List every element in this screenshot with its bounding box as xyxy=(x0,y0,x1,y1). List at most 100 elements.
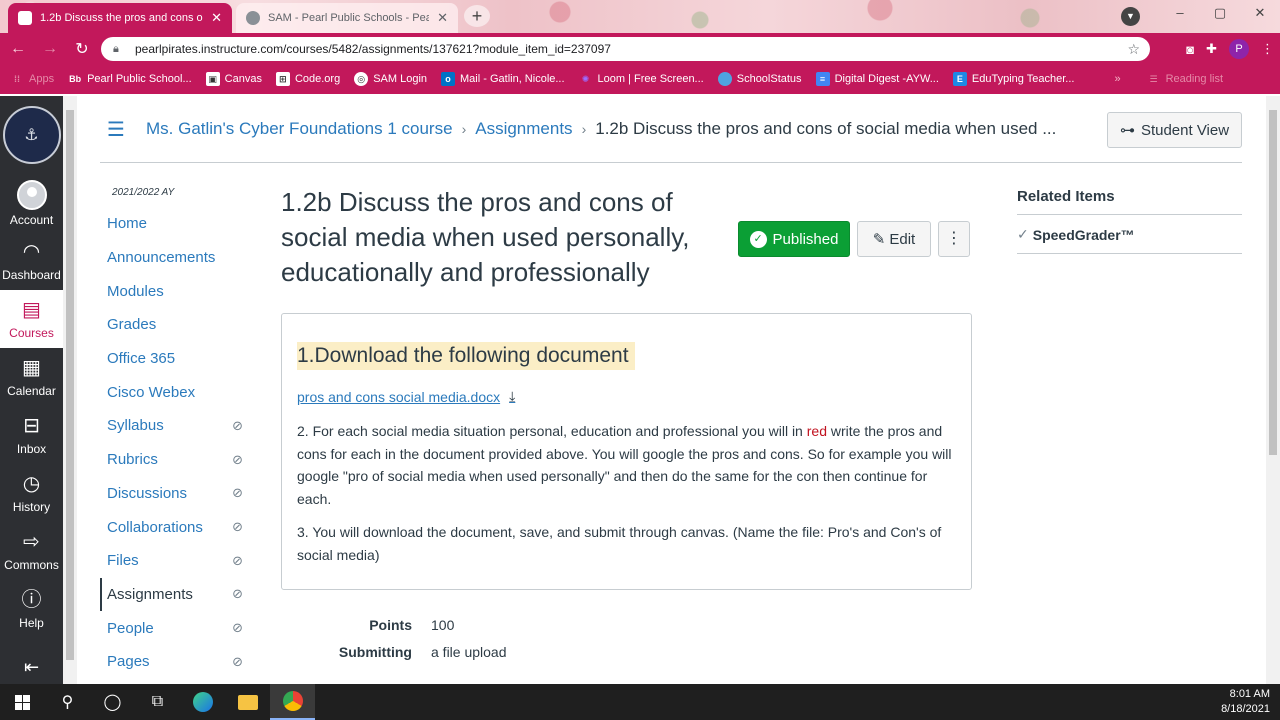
close-tab-icon[interactable]: ✕ xyxy=(437,10,448,26)
windows-start-button[interactable] xyxy=(0,684,45,720)
windows-taskbar: ⚲ ◯ ⧉ 8:01 AM 8/18/2021 xyxy=(0,684,1280,720)
new-tab-button[interactable]: + xyxy=(464,5,490,27)
course-nav-item[interactable]: Announcements xyxy=(100,241,260,275)
course-menu-hamburger-icon[interactable]: ☰ xyxy=(107,117,131,142)
bookmark-apps[interactable]: ⁞⁞ Apps xyxy=(10,72,54,86)
course-nav-item[interactable]: Rubrics ⊘ xyxy=(100,443,260,477)
step-1-heading: 1.Download the following document xyxy=(297,342,635,370)
bookmark-codeorg[interactable]: ⊞ Code.org xyxy=(275,72,340,86)
bookmark-digital-digest[interactable]: ≡ Digital Digest -AYW... xyxy=(815,72,939,86)
address-bar[interactable]: 🔒︎ pearlpirates.instructure.com/courses/… xyxy=(101,37,1150,61)
edge-icon[interactable] xyxy=(180,684,225,720)
course-nav-label: Pages xyxy=(107,653,150,671)
bookmark-sam[interactable]: ◎ SAM Login xyxy=(354,72,427,86)
bookmark-canvas[interactable]: ▣ Canvas xyxy=(205,72,262,86)
back-arrow-icon[interactable]: ← xyxy=(4,40,32,58)
page-scrollbar[interactable] xyxy=(1266,96,1280,684)
course-nav-item[interactable]: Modules xyxy=(100,274,260,308)
bookmarks-overflow-chevron[interactable]: » xyxy=(1114,73,1120,85)
minimize-icon[interactable]: – xyxy=(1160,5,1200,21)
breadcrumb-assignments-link[interactable]: Assignments xyxy=(475,119,572,139)
bookmark-star-icon[interactable]: ☆ xyxy=(1127,41,1140,58)
system-clock[interactable]: 8:01 AM 8/18/2021 xyxy=(1221,687,1270,717)
kebab-icon: ⋮ xyxy=(946,230,962,247)
points-row: Points 100 xyxy=(281,611,507,638)
course-navigation: 2021/2022 AY Home Announcements Modules Gra… xyxy=(100,163,260,679)
more-options-button[interactable]: ⋮ xyxy=(938,221,970,257)
related-items: Related Items ✓ SpeedGrader™ xyxy=(1017,163,1242,254)
chrome-menu-icon[interactable]: ⋮ xyxy=(1261,41,1274,57)
scrollbar-thumb[interactable] xyxy=(66,110,74,660)
outlook-icon: o xyxy=(441,72,456,86)
course-nav-item[interactable]: Files ⊘ xyxy=(100,544,260,578)
close-window-icon[interactable]: ✕ xyxy=(1240,5,1280,21)
reload-icon[interactable]: ↻ xyxy=(68,39,96,59)
account-avatar-icon xyxy=(16,179,47,210)
course-nav-label: People xyxy=(107,619,154,637)
browser-tab-inactive[interactable]: SAM - Pearl Public Schools - Pea ✕ xyxy=(236,3,458,33)
bookmark-edutyping[interactable]: E EduTyping Teacher... xyxy=(952,72,1074,86)
collapse-nav-icon[interactable]: ⇤ xyxy=(0,657,63,678)
canvas-icon: ▣ xyxy=(205,72,220,86)
assignment-description: 1.Download the following document pros a… xyxy=(281,313,972,590)
global-nav-commons[interactable]: ⇨ Commons xyxy=(0,522,63,580)
bookmark-mail[interactable]: o Mail - Gatlin, Nicole... xyxy=(441,72,565,86)
file-explorer-icon[interactable] xyxy=(225,684,270,720)
global-nav-dashboard[interactable]: ◠ Dashboard xyxy=(0,232,63,290)
bookmark-pearl[interactable]: Bb Pearl Public School... xyxy=(68,72,192,86)
course-nav-item[interactable]: People ⊘ xyxy=(100,611,260,645)
breadcrumb-course-link[interactable]: Ms. Gatlin's Cyber Foundations 1 course xyxy=(146,119,453,139)
forward-arrow-icon[interactable]: → xyxy=(36,40,64,58)
bookmark-schoolstatus[interactable]: SchoolStatus xyxy=(717,72,802,86)
school-logo[interactable]: ⚓︎ xyxy=(0,96,63,174)
close-tab-icon[interactable]: ✕ xyxy=(211,10,222,26)
course-nav-item[interactable]: Home xyxy=(100,207,260,241)
course-nav-item[interactable]: Discussions ⊘ xyxy=(100,477,260,511)
submitting-label: Submitting xyxy=(338,643,412,660)
course-nav-item[interactable]: Syllabus ⊘ xyxy=(100,409,260,443)
bb-icon: Bb xyxy=(69,74,82,84)
published-button[interactable]: ✓ Published xyxy=(738,221,850,257)
reading-list[interactable]: ☰ Reading list xyxy=(1147,72,1224,86)
course-nav-item[interactable]: Collaborations ⊘ xyxy=(100,510,260,544)
course-nav-item[interactable]: Pages ⊘ xyxy=(100,645,260,679)
profile-avatar[interactable]: P xyxy=(1229,39,1249,59)
global-nav-history[interactable]: ◷ History xyxy=(0,464,63,522)
course-nav-item[interactable]: Office 365 xyxy=(100,342,260,376)
clock-date: 8/18/2021 xyxy=(1221,703,1270,715)
published-label: Published xyxy=(772,230,839,248)
scrollbar-thumb[interactable] xyxy=(1269,110,1277,455)
global-nav-courses[interactable]: ▤ Courses xyxy=(0,290,63,348)
assignment-details: Points 100 Submitting a file upload xyxy=(281,611,507,665)
download-icon[interactable]: ⤓ xyxy=(509,388,515,405)
bookmark-label: Loom | Free Screen... xyxy=(597,73,704,85)
browser-toolbar: ← → ↻ 🔒︎ pearlpirates.instructure.com/co… xyxy=(0,33,1280,64)
global-nav-label: Help xyxy=(19,615,44,630)
task-view-icon[interactable]: ⧉ xyxy=(135,684,180,720)
chrome-taskbar-icon[interactable] xyxy=(270,684,315,720)
tab-search-icon[interactable]: ▼ xyxy=(1121,7,1140,26)
camera-extension-icon[interactable]: ◙ xyxy=(1186,42,1194,57)
global-nav-calendar[interactable]: ▦ Calendar xyxy=(0,348,63,406)
lock-icon[interactable]: 🔒︎ xyxy=(113,43,127,56)
edit-button[interactable]: ✎ Edit xyxy=(857,221,931,257)
student-view-button[interactable]: ⊶ Student View xyxy=(1107,112,1242,148)
speedgrader-link[interactable]: ✓ SpeedGrader™ xyxy=(1017,215,1242,254)
bookmark-loom[interactable]: ✺ Loom | Free Screen... xyxy=(579,72,704,86)
search-icon[interactable]: ⚲ xyxy=(45,684,90,720)
window-controls: – ▢ ✕ xyxy=(1160,5,1280,21)
global-nav-help[interactable]: ⓘ Help xyxy=(0,580,63,638)
document-link[interactable]: pros and cons social media.docx ⤓ xyxy=(297,388,957,405)
browser-tab-active[interactable]: 1.2b Discuss the pros and cons o ✕ xyxy=(8,3,232,33)
course-nav-item[interactable]: Grades xyxy=(100,308,260,342)
extensions-puzzle-icon[interactable]: ✚ xyxy=(1206,41,1217,57)
global-nav-inbox[interactable]: ⊟ Inbox xyxy=(0,406,63,464)
document-link-text[interactable]: pros and cons social media.docx xyxy=(297,389,500,405)
glasses-icon: ⊶ xyxy=(1119,122,1135,139)
course-nav-item[interactable]: Assignments ⊘ xyxy=(100,577,260,612)
nav-scrollbar[interactable] xyxy=(63,96,77,684)
cortana-icon[interactable]: ◯ xyxy=(90,684,135,720)
global-nav-account[interactable]: Account xyxy=(0,174,63,232)
course-nav-item[interactable]: Cisco Webex xyxy=(100,375,260,409)
maximize-icon[interactable]: ▢ xyxy=(1200,5,1240,21)
